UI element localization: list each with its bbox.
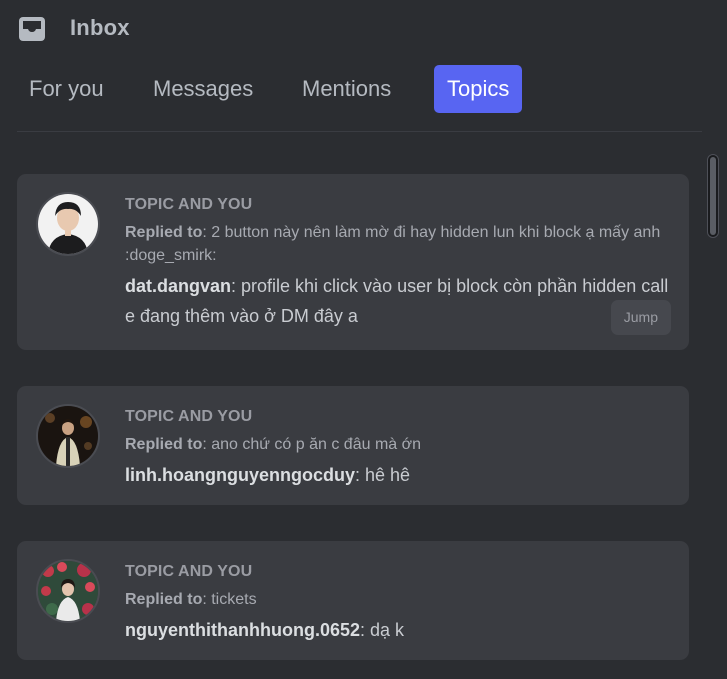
header-divider xyxy=(17,131,702,132)
user-avatar-icon[interactable] xyxy=(36,559,100,623)
message-content: : hê hê xyxy=(354,465,411,485)
replied-to: Replied to: tickets xyxy=(125,588,669,611)
tab-messages[interactable]: Messages xyxy=(153,65,253,113)
user-avatar-icon[interactable] xyxy=(36,404,100,468)
replied-text: : tickets xyxy=(202,591,257,608)
replied-text: : ano chứ có p ăn c đâu mà ớn xyxy=(202,436,422,453)
replied-text: : 2 button này nên làm mờ đi hay hidden … xyxy=(125,224,661,264)
topic-card[interactable]: TOPIC AND YOU Replied to: ano chứ có p ă… xyxy=(17,386,689,505)
message-author[interactable]: dat.dangvan xyxy=(125,276,231,296)
replied-to: Replied to: ano chứ có p ăn c đâu mà ớn xyxy=(125,433,669,456)
replied-to: Replied to: 2 button này nên làm mờ đi h… xyxy=(125,221,669,267)
inbox-tabs: For you Messages Mentions Topics xyxy=(0,65,727,113)
replied-prefix: Replied to xyxy=(125,591,203,608)
scrollbar-thumb-fill xyxy=(710,157,716,235)
replied-prefix: Replied to xyxy=(125,436,203,453)
jump-button[interactable]: Jump xyxy=(610,300,671,335)
page-title: Inbox xyxy=(70,15,130,40)
topic-card[interactable]: TOPIC AND YOU Replied to: 2 button này n… xyxy=(17,174,689,350)
message-author[interactable]: nguyenthithanhhuong.0652 xyxy=(125,620,360,640)
message-author[interactable]: linh.hoangnguyenngocduy xyxy=(125,465,355,485)
tab-topics[interactable]: Topics xyxy=(434,65,523,113)
user-avatar-icon[interactable] xyxy=(36,192,100,256)
message-text: dat.dangvan: profile khi click vào user … xyxy=(125,271,669,331)
card-body: TOPIC AND YOU Replied to: 2 button này n… xyxy=(125,194,669,331)
inbox-icon xyxy=(18,16,46,42)
card-body: TOPIC AND YOU Replied to: tickets nguyen… xyxy=(125,561,669,645)
topic-label: TOPIC AND YOU xyxy=(125,196,253,213)
message-text: linh.hoangnguyenngocduy: hê hê xyxy=(125,460,669,490)
topic-label: TOPIC AND YOU xyxy=(125,563,253,580)
inbox-header: Inbox xyxy=(0,0,727,60)
topic-label: TOPIC AND YOU xyxy=(125,408,253,425)
topic-card[interactable]: TOPIC AND YOU Replied to: tickets nguyen… xyxy=(17,541,689,660)
inbox-panel: Inbox For you Messages Mentions Topics T… xyxy=(0,0,727,679)
scrollbar[interactable] xyxy=(707,154,719,674)
message-content: : dạ k xyxy=(360,620,405,640)
tab-mentions[interactable]: Mentions xyxy=(302,65,391,113)
tab-for-you[interactable]: For you xyxy=(29,65,104,113)
scrollbar-thumb[interactable] xyxy=(707,154,719,238)
replied-prefix: Replied to xyxy=(125,224,203,241)
card-body: TOPIC AND YOU Replied to: ano chứ có p ă… xyxy=(125,406,669,490)
message-text: nguyenthithanhhuong.0652: dạ k xyxy=(125,615,669,645)
